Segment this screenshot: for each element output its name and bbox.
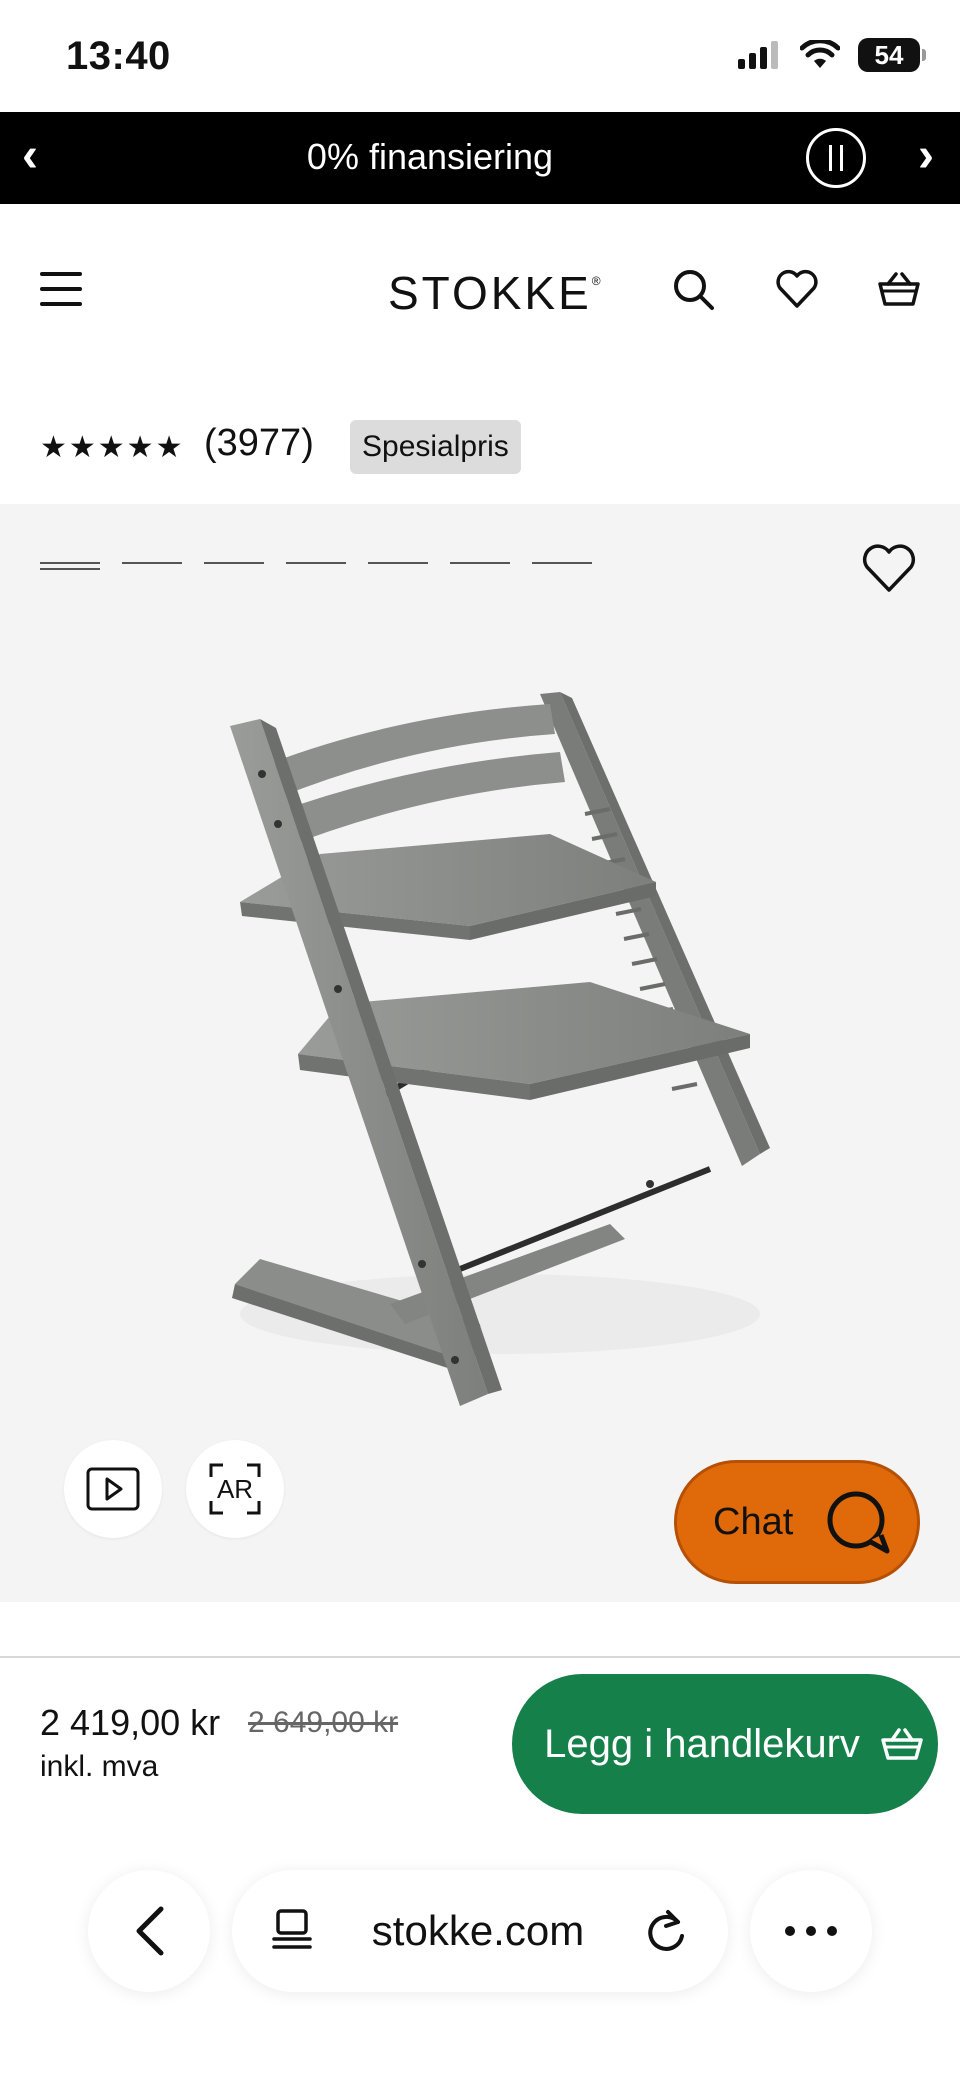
search-icon[interactable] (670, 266, 716, 312)
stokke-logo[interactable]: STOKKE® (388, 266, 601, 320)
product-image-chair (230, 692, 770, 1406)
address-bar[interactable]: stokke.com (232, 1870, 728, 1992)
ar-button[interactable]: AR (186, 1440, 284, 1538)
product-gallery[interactable]: AR (0, 504, 960, 1602)
back-icon (136, 1906, 164, 1956)
chat-label: Chat (713, 1500, 794, 1543)
menu-icon[interactable] (40, 272, 82, 306)
add-to-cart-button[interactable]: Legg i handlekurv (512, 1674, 938, 1814)
add-to-cart-label: Legg i handlekurv (544, 1721, 860, 1766)
gallery-dot[interactable] (532, 562, 592, 564)
signal-icon (738, 41, 778, 69)
special-price-badge: Spesialpris (350, 420, 521, 474)
vat-note: inkl. mva (40, 1750, 159, 1783)
gallery-dot[interactable] (40, 562, 100, 570)
browser-more-button[interactable] (750, 1870, 872, 1992)
browser-back-button[interactable] (88, 1870, 210, 1992)
rating-stars[interactable]: ★★★★★ (40, 430, 184, 465)
status-time: 13:40 (66, 34, 171, 78)
gallery-pagination (40, 562, 592, 570)
wifi-icon (800, 40, 840, 68)
chat-button[interactable]: Chat (674, 1460, 920, 1584)
gallery-dot[interactable] (450, 562, 510, 564)
original-price: 2 649,00 kr (248, 1706, 399, 1739)
more-icon (785, 1926, 837, 1936)
battery-indicator: 54 (858, 38, 926, 72)
promo-banner: ‹ 0% finansiering › (0, 112, 960, 204)
gallery-dot[interactable] (204, 562, 264, 564)
basket-icon (881, 1728, 923, 1760)
logo-text: STOKKE (388, 267, 592, 319)
video-button[interactable] (64, 1440, 162, 1538)
play-icon (86, 1467, 140, 1511)
tabs-icon[interactable] (272, 1909, 312, 1953)
gallery-dot[interactable] (286, 562, 346, 564)
current-price: 2 419,00 kr (40, 1702, 221, 1743)
reload-icon[interactable] (644, 1908, 688, 1954)
wishlist-heart-icon[interactable] (860, 540, 918, 598)
heart-icon[interactable] (774, 266, 820, 312)
url-text[interactable]: stokke.com (372, 1907, 584, 1955)
basket-icon[interactable] (876, 266, 922, 312)
ar-label: AR (216, 1473, 254, 1504)
rating-count[interactable]: (3977) (204, 422, 314, 465)
status-icons: 54 (738, 38, 926, 72)
divider (0, 1656, 960, 1658)
pause-icon[interactable] (806, 128, 866, 188)
chat-icon (827, 1491, 890, 1554)
promo-text[interactable]: 0% finansiering (0, 136, 860, 178)
logo-mark: ® (591, 274, 601, 288)
gallery-dot[interactable] (368, 562, 428, 564)
gallery-dot[interactable] (122, 562, 182, 564)
promo-next-button[interactable]: › (918, 128, 934, 183)
